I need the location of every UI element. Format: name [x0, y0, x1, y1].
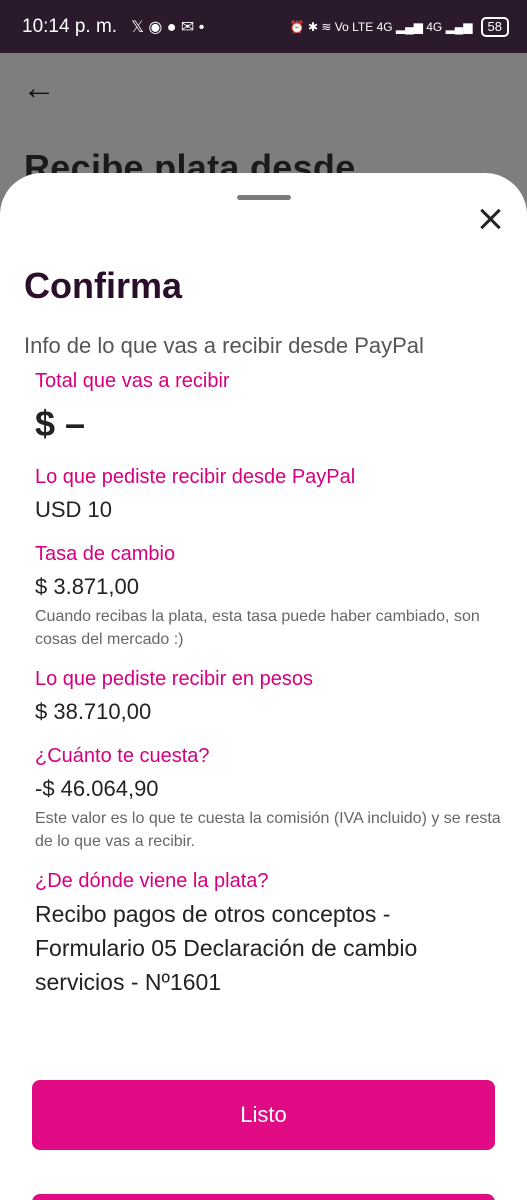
- requested-value: USD 10: [35, 497, 113, 522]
- origin-label: ¿De dónde viene la plata?: [35, 870, 269, 892]
- cost-value: -$ 46.064,90: [35, 776, 159, 801]
- cost-label: ¿Cuánto te cuesta?: [35, 745, 210, 767]
- rate-note: Cuando recibas la plata, esta tasa puede…: [35, 608, 480, 648]
- listo-button[interactable]: Listo: [32, 1080, 495, 1150]
- sheet-title: Confirma: [24, 265, 183, 306]
- back-arrow-icon[interactable]: ←: [22, 69, 56, 108]
- pesos-label: Lo que pediste recibir en pesos: [35, 668, 313, 690]
- rate-label: Tasa de cambio: [35, 543, 176, 565]
- drag-handle[interactable]: [237, 195, 291, 200]
- requested-label: Lo que pediste recibir desde PayPal: [35, 466, 356, 488]
- sheet-subtitle: Info de lo que vas a recibir desde PayPa…: [24, 333, 424, 358]
- status-time: 10:14 p. m.: [22, 15, 118, 37]
- system-icons: ⏰ ✱ ≋ Vo LTE 4G ▂▄▆ 4G ▂▄▆ 58: [289, 16, 509, 37]
- close-icon[interactable]: [474, 203, 506, 235]
- cost-note: Este valor es lo que te cuesta la comisi…: [35, 810, 501, 850]
- total-value: $ –: [35, 403, 86, 444]
- rate-value: $ 3.871,00: [35, 574, 139, 599]
- signal-icons: ⏰ ✱ ≋ Vo LTE 4G ▂▄▆ 4G ▂▄▆: [289, 19, 473, 34]
- confirm-bottom-sheet: Confirma Info de lo que vas a recibir de…: [0, 173, 527, 1200]
- status-bar: 10:14 p. m. 𝕏 ◉ ● ✉ • ⏰ ✱ ≋ Vo LTE 4G ▂▄…: [0, 0, 527, 53]
- secondary-button-edge: [32, 1194, 495, 1200]
- notification-icons: 𝕏 ◉ ● ✉ •: [131, 18, 205, 36]
- battery-icon: 58: [480, 16, 509, 37]
- origin-value: Recibo pagos de otros conceptos - Formul…: [35, 901, 418, 995]
- pesos-value: $ 38.710,00: [35, 699, 152, 724]
- total-label: Total que vas a recibir: [35, 370, 230, 392]
